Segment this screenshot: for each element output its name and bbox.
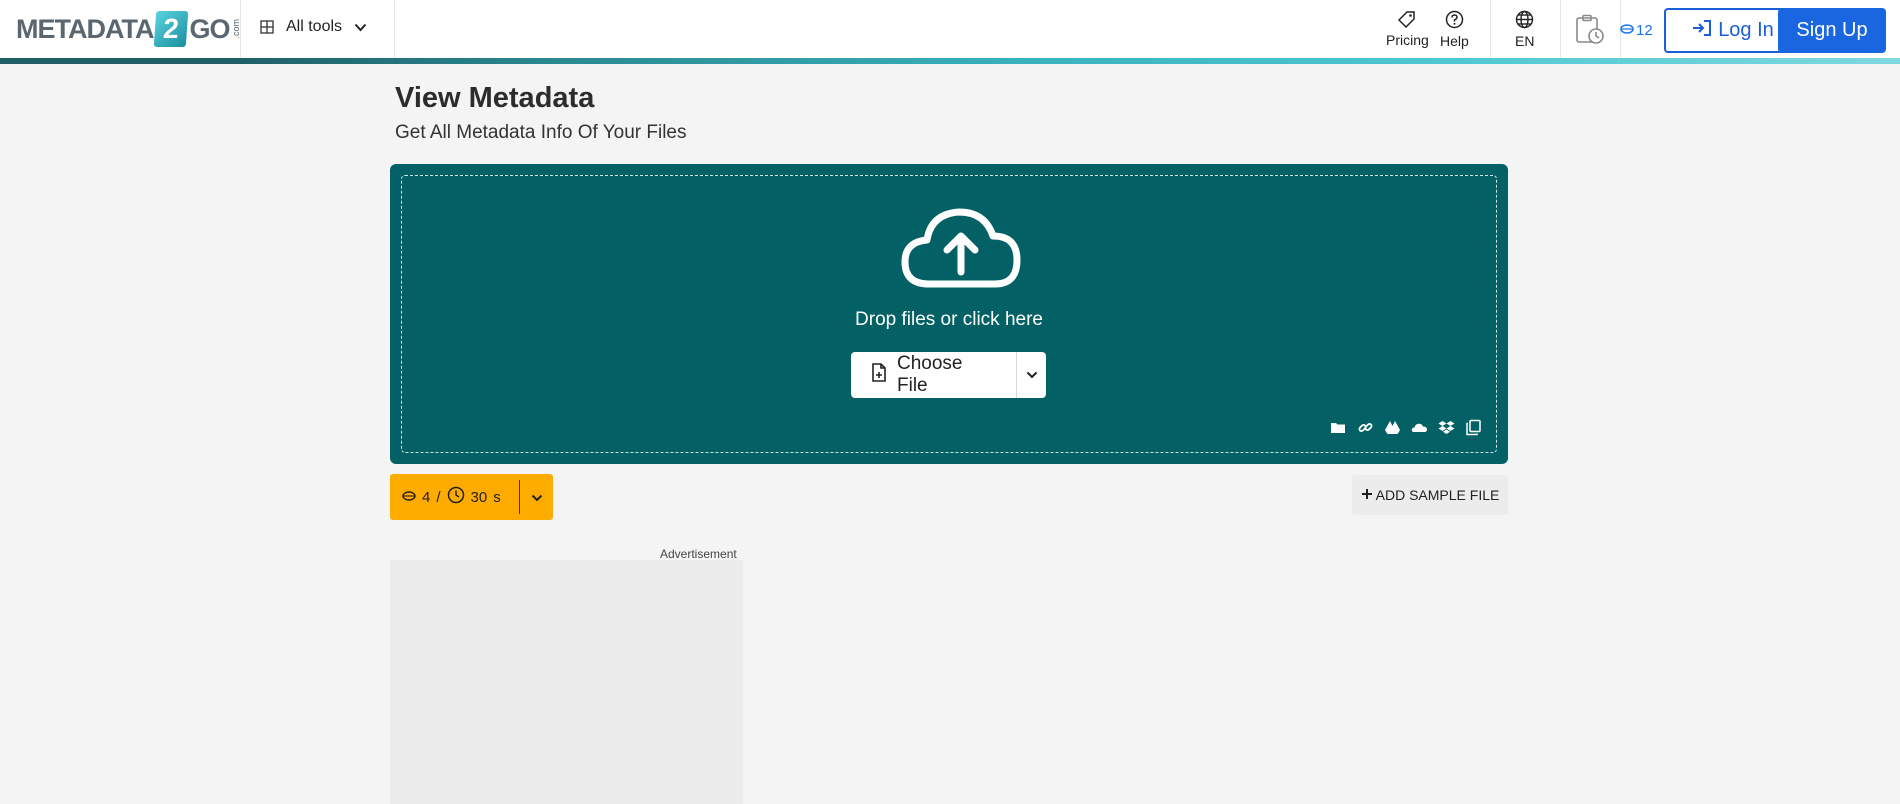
top-navbar: METADATA 2 GO .com All tools Pricing Hel… <box>0 0 1900 64</box>
usage-cost-badge: 4 / 30 s <box>390 474 553 520</box>
choose-source-dropdown[interactable] <box>1016 352 1046 398</box>
coin-icon <box>1620 22 1634 39</box>
upload-source-icons <box>1330 419 1482 436</box>
header-divider <box>1560 0 1561 58</box>
chevron-down-icon <box>1026 366 1038 384</box>
cloud-upload-icon <box>899 206 1023 295</box>
header-divider <box>394 0 395 58</box>
add-sample-file-button[interactable]: ADD SAMPLE FILE <box>1352 475 1508 515</box>
folder-icon[interactable] <box>1330 419 1347 436</box>
link-icon[interactable] <box>1357 419 1374 436</box>
logo-text-go: GO <box>189 13 230 44</box>
choose-file-label: Choose File <box>897 353 963 396</box>
coin-icon <box>402 489 416 506</box>
header-divider <box>1490 0 1491 58</box>
advertisement-slot <box>390 560 743 804</box>
page-title: View Metadata <box>395 82 595 114</box>
chevron-down-icon <box>531 489 543 506</box>
all-tools-label: All tools <box>286 18 343 35</box>
all-tools-dropdown[interactable]: All tools <box>260 18 367 36</box>
add-sample-label: ADD SAMPLE FILE <box>1375 487 1500 503</box>
logo-text-metadata: METADATA <box>16 13 154 44</box>
login-label: Log In <box>1718 19 1774 41</box>
clipboard-icon[interactable] <box>1465 419 1482 436</box>
plus-icon <box>1361 487 1373 503</box>
clock-icon <box>447 486 465 508</box>
choose-file-button[interactable]: Choose File <box>851 352 1016 398</box>
header-gradient-bar <box>0 58 1900 64</box>
usage-credits: 4 <box>422 488 431 506</box>
drop-zone-dashed-border: Drop files or click here Choose File <box>401 175 1497 453</box>
history-button[interactable] <box>1575 14 1605 51</box>
sign-in-icon <box>1692 19 1712 43</box>
usage-separator: / <box>436 488 441 506</box>
chevron-down-icon <box>354 23 367 32</box>
signup-button[interactable]: Sign Up <box>1778 8 1886 53</box>
grid-icon <box>260 20 274 34</box>
usage-time-unit: s <box>493 488 501 506</box>
clipboard-clock-icon <box>1575 14 1605 50</box>
usage-time-value: 30 <box>470 488 488 506</box>
file-plus-icon <box>871 362 887 388</box>
site-logo[interactable]: METADATA 2 GO .com <box>16 10 241 48</box>
usage-dropdown-toggle[interactable] <box>520 474 553 520</box>
google-drive-icon[interactable] <box>1384 419 1401 436</box>
help-link[interactable]: Help <box>1440 10 1469 49</box>
language-label: EN <box>1515 33 1535 49</box>
choose-file-group: Choose File <box>851 352 1046 398</box>
price-tag-icon <box>1398 10 1416 28</box>
help-label: Help <box>1440 33 1469 49</box>
drop-files-text: Drop files or click here <box>855 309 1043 330</box>
file-drop-zone[interactable]: Drop files or click here Choose File <box>390 164 1508 464</box>
credits-counter[interactable]: 12 <box>1620 22 1653 39</box>
credits-count: 12 <box>1636 22 1653 39</box>
pricing-label: Pricing <box>1386 32 1429 48</box>
header-divider <box>240 0 241 58</box>
pricing-link[interactable]: Pricing <box>1386 10 1429 48</box>
globe-icon <box>1515 10 1534 29</box>
advertisement-label: Advertisement <box>660 547 737 561</box>
page-subtitle: Get All Metadata Info Of Your Files <box>395 122 687 143</box>
onedrive-icon[interactable] <box>1411 419 1428 436</box>
help-icon <box>1445 10 1464 29</box>
dropbox-icon[interactable] <box>1438 419 1455 436</box>
logo-badge-2: 2 <box>154 11 189 47</box>
usage-cost-button[interactable]: 4 / 30 s <box>390 474 519 520</box>
language-selector[interactable]: EN <box>1515 10 1534 49</box>
